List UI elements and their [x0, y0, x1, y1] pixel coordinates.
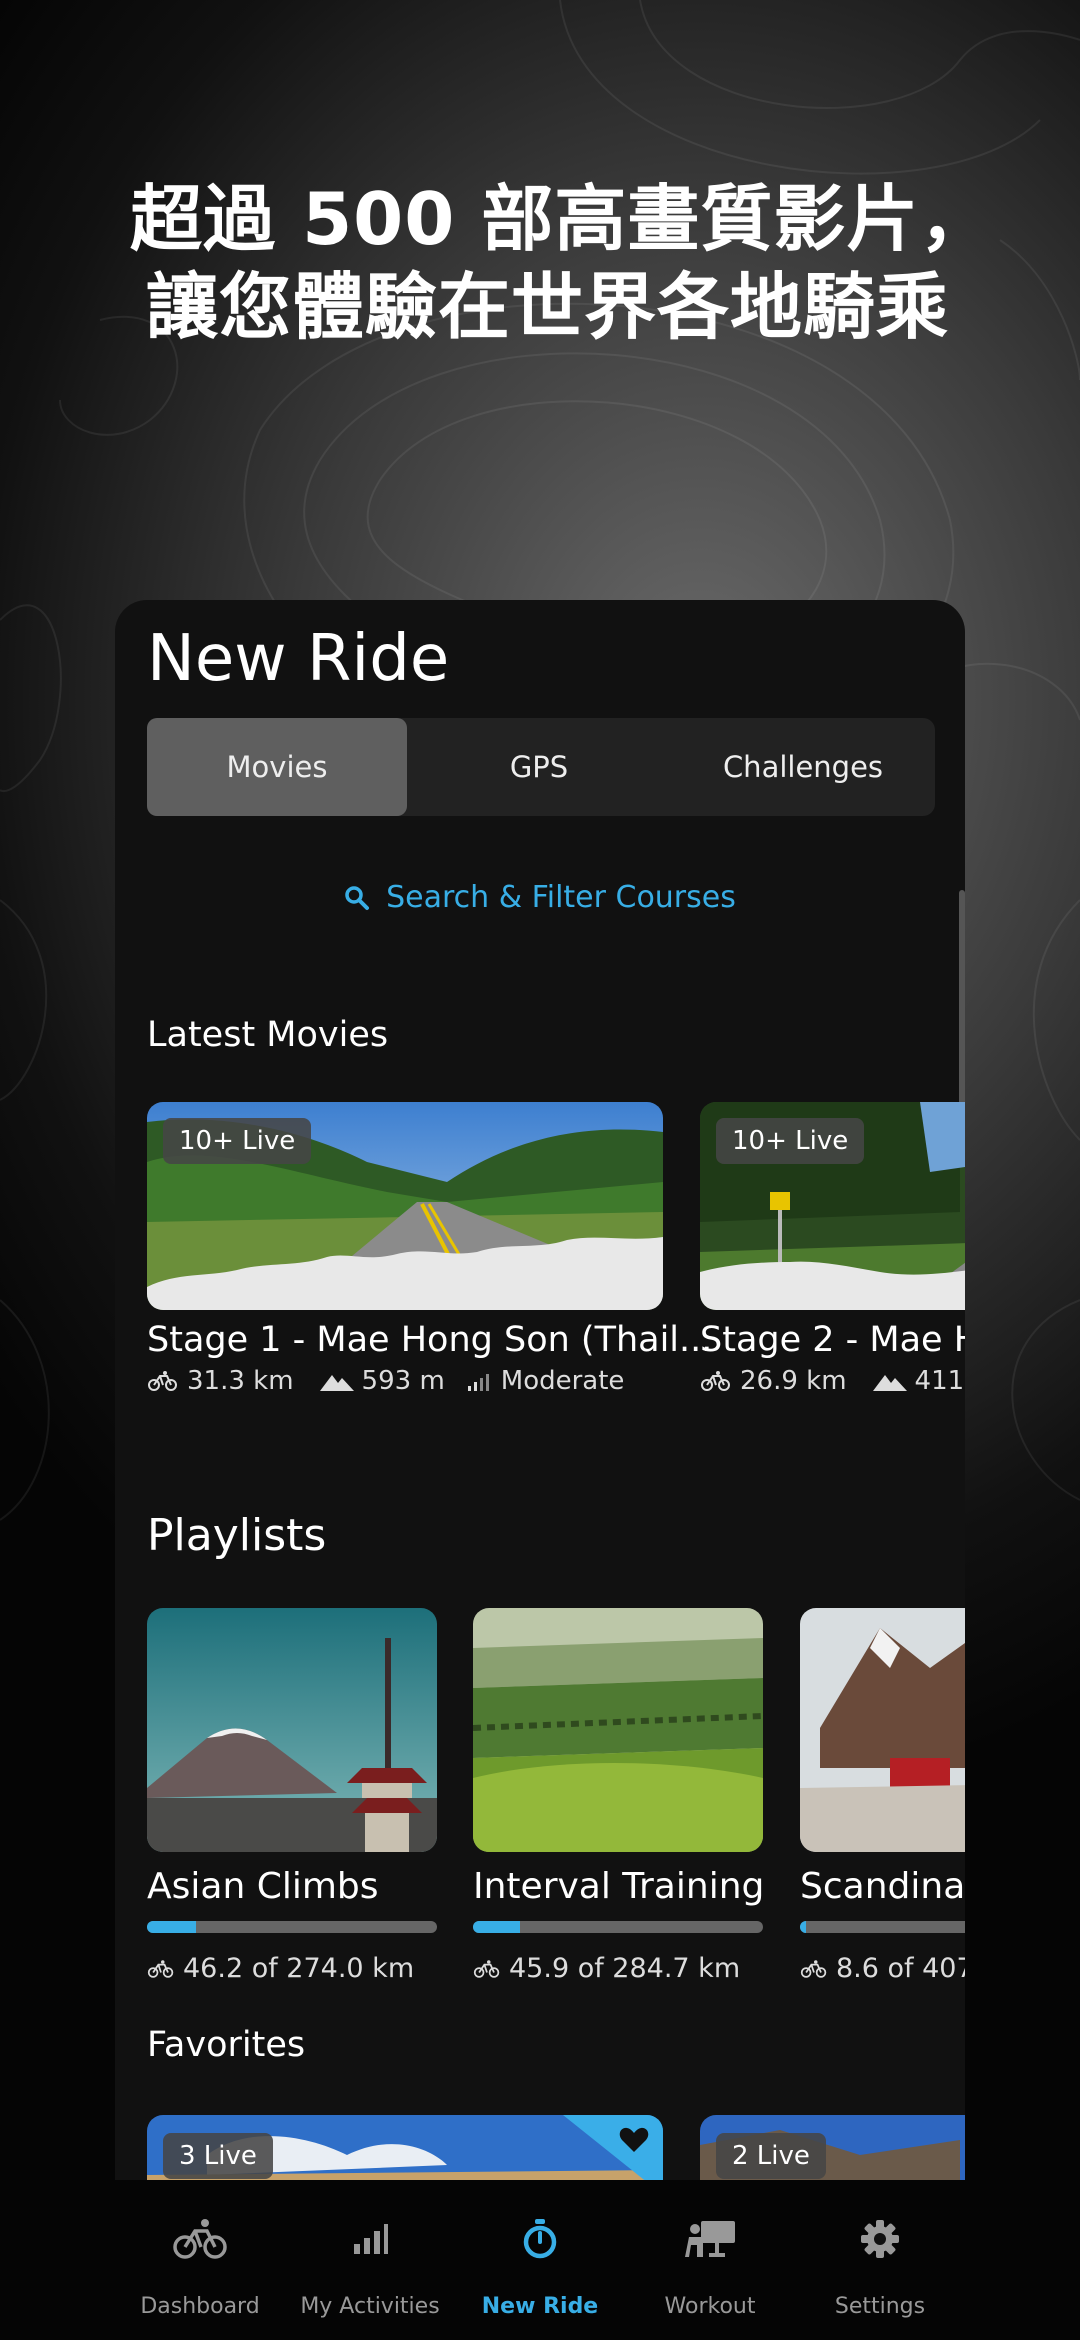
movie-thumbnail: 10+ Live [147, 1102, 663, 1310]
tab-movies[interactable]: Movies [147, 718, 407, 816]
playlist-title: Interval Training [473, 1866, 765, 1907]
bottom-navigation: Dashboard My Activities New Ride Workout [115, 2180, 965, 2340]
movie-elevation: 411 m [914, 1366, 965, 1396]
movie-distance: 26.9 km [740, 1366, 847, 1396]
bike-icon [148, 1371, 177, 1391]
nav-label: Settings [834, 2294, 926, 2319]
playlist-thumbnail [473, 1608, 763, 1852]
playlist-distance: 8.6 of 407.6 [836, 1953, 965, 1984]
progress-fill [800, 1921, 807, 1933]
movie-distance: 31.3 km [187, 1366, 294, 1396]
live-badge: 3 Live [163, 2133, 273, 2179]
stopwatch-icon [523, 2219, 557, 2259]
movie-title: Stage 2 - Mae Ho [700, 1320, 965, 1360]
playlist-progress-text: 8.6 of 407.6 [800, 1953, 965, 1984]
favorites-heading: Favorites [147, 2025, 306, 2065]
movie-title: Stage 1 - Mae Hong Son (Thail... [147, 1320, 713, 1360]
mountain-icon [872, 1375, 907, 1391]
movie-thumbnail: 10+ Live [700, 1102, 965, 1310]
bike-icon [701, 1371, 730, 1391]
bike-icon [473, 1959, 500, 1978]
difficulty-icon [467, 1374, 489, 1391]
progress-fill [473, 1921, 520, 1933]
tab-challenges[interactable]: Challenges [671, 718, 935, 816]
playlist-progress-text: 45.9 of 284.7 km [473, 1953, 763, 1984]
playlist-progress-bar [147, 1921, 437, 1933]
nav-dashboard[interactable]: Dashboard [115, 2180, 285, 2340]
tab-gps[interactable]: GPS [407, 718, 671, 816]
playlist-distance: 45.9 of 284.7 km [509, 1953, 741, 1984]
bike-icon [800, 1959, 827, 1978]
favorite-card[interactable]: 2 Live [700, 2115, 965, 2180]
movie-card[interactable]: 10+ Live Stage 1 - Mae Hong Son (Thail..… [147, 1102, 713, 1396]
favorite-card[interactable]: 3 Live [147, 2115, 663, 2180]
nav-label: New Ride [481, 2294, 599, 2319]
playlist-progress-bar [473, 1921, 763, 1933]
bike-icon [147, 1959, 174, 1978]
movie-difficulty: Moderate [500, 1366, 625, 1396]
playlist-card[interactable]: Interval Training 45.9 of 284.7 km [473, 1608, 765, 1984]
promo-headline: 超過 500 部高畫質影片， 讓您體驗在世界各地騎乘 [130, 175, 993, 351]
nav-settings[interactable]: Settings [795, 2180, 965, 2340]
nav-new-ride[interactable]: New Ride [455, 2180, 625, 2340]
live-badge: 10+ Live [716, 1118, 865, 1164]
promo-headline-line-2: 讓您體驗在世界各地騎乘 [146, 265, 950, 349]
nav-label: Workout [664, 2294, 756, 2319]
nav-label: Dashboard [140, 2294, 260, 2319]
playlist-title: Scandinavi [800, 1866, 965, 1907]
bike-icon [173, 2219, 227, 2259]
live-badge: 10+ Live [163, 1118, 312, 1164]
playlist-progress-bar [800, 1921, 965, 1933]
search-icon [345, 885, 370, 910]
playlist-card[interactable]: Scandinavi 8.6 of 407.6 [800, 1608, 965, 1984]
playlists-heading: Playlists [147, 1510, 327, 1561]
movie-stats: 31.3 km 593 m Moderate [147, 1366, 663, 1396]
playlist-thumbnail [800, 1608, 965, 1852]
search-filter-button[interactable]: Search & Filter Courses [115, 880, 965, 915]
heart-icon[interactable] [619, 2127, 649, 2153]
ride-type-tabs: Movies GPS Challenges [147, 718, 935, 816]
playlist-progress-text: 46.2 of 274.0 km [147, 1953, 437, 1984]
page-title: New Ride [147, 622, 450, 696]
search-filter-label: Search & Filter Courses [386, 880, 736, 915]
nav-label: My Activities [300, 2294, 440, 2319]
playlist-card[interactable]: Asian Climbs 46.2 of 274.0 km [147, 1608, 437, 1984]
movie-card[interactable]: 10+ Live Stage 2 - Mae Ho 26.9 km 411 m [700, 1102, 965, 1396]
promo-headline-line-1: 超過 500 部高畫質影片， [130, 177, 993, 261]
nav-my-activities[interactable]: My Activities [285, 2180, 455, 2340]
latest-movies-heading: Latest Movies [147, 1015, 389, 1055]
new-ride-screen: New Ride Movies GPS Challenges Search & … [115, 600, 965, 2180]
movie-stats: 26.9 km 411 m [700, 1366, 965, 1396]
movie-elevation: 593 m [361, 1366, 445, 1396]
playlist-thumbnail [147, 1608, 437, 1852]
playlist-title: Asian Climbs [147, 1866, 379, 1907]
mountain-icon [319, 1375, 354, 1391]
gear-icon [861, 2220, 899, 2258]
progress-fill [147, 1921, 196, 1933]
nav-workout[interactable]: Workout [625, 2180, 795, 2340]
playlist-distance: 46.2 of 274.0 km [183, 1953, 415, 1984]
live-badge: 2 Live [716, 2133, 826, 2179]
bars-icon [354, 2224, 388, 2254]
workout-icon [685, 2221, 735, 2257]
